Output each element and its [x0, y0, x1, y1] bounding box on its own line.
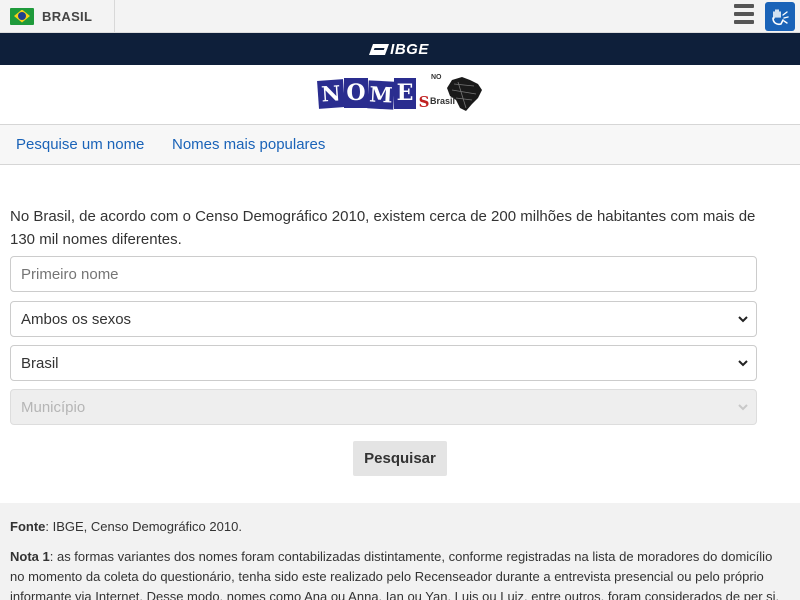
ibge-logo-text: IBGE [390, 40, 429, 58]
chevron-down-icon [738, 316, 748, 323]
ibge-header-bar: IBGE [0, 33, 800, 65]
city-select: Município [10, 389, 757, 425]
source-note: Fonte: IBGE, Censo Demográfico 2010. [10, 517, 790, 537]
main-nav: Pesquise um nome Nomes mais populares [0, 125, 800, 165]
accessibility-button[interactable] [765, 2, 795, 31]
note1-label: Nota 1 [10, 549, 50, 564]
logo-letter-n: N [317, 79, 345, 109]
intro-text: No Brasil, de acordo com o Censo Demográ… [10, 208, 756, 248]
region-select[interactable]: Brasil [10, 345, 757, 381]
logo-letter-m: M [367, 80, 395, 110]
logo-small-brasil: Brasil [430, 96, 456, 106]
brand-header: N O M E S NO Brasil [0, 65, 800, 125]
nav-nomes-mais-populares[interactable]: Nomes mais populares [172, 136, 325, 153]
chevron-down-icon [738, 404, 748, 411]
logo-letter-o: O [344, 78, 368, 108]
hamburger-icon [734, 4, 754, 8]
city-select-value: Município [21, 398, 86, 416]
region-select-value: Brasil [21, 354, 59, 372]
first-name-placeholder: Primeiro nome [21, 265, 119, 283]
sex-select[interactable]: Ambos os sexos [10, 301, 757, 337]
first-name-input[interactable]: Primeiro nome [10, 256, 757, 292]
source-label: Fonte [10, 519, 46, 534]
brazil-flag-icon [10, 7, 34, 25]
logo-letter-e: E [394, 78, 416, 109]
sign-language-icon [772, 8, 789, 25]
logo-small-no: NO [431, 74, 442, 81]
note-1: Nota 1: as formas variantes dos nomes fo… [10, 547, 790, 600]
brazil-map-icon [447, 77, 482, 111]
ibge-mark-icon [369, 43, 390, 55]
source-text: : IBGE, Censo Demográfico 2010. [45, 519, 242, 534]
hamburger-menu-button[interactable] [734, 4, 754, 28]
nav-pesquise-um-nome[interactable]: Pesquise um nome [16, 136, 144, 153]
country-selector[interactable]: BRASIL [0, 0, 115, 32]
chevron-down-icon [738, 360, 748, 367]
search-button[interactable]: Pesquisar [353, 441, 447, 476]
nomes-no-brasil-logo[interactable]: N O M E S NO Brasil [317, 74, 483, 118]
gov-top-bar: BRASIL [0, 0, 800, 33]
country-label: BRASIL [42, 8, 93, 24]
sex-select-value: Ambos os sexos [21, 310, 132, 328]
ibge-logo[interactable]: IBGE [369, 40, 429, 58]
notes-section: Fonte: IBGE, Censo Demográfico 2010. Not… [0, 503, 800, 600]
note1-text: : as formas variantes dos nomes foram co… [10, 549, 780, 600]
